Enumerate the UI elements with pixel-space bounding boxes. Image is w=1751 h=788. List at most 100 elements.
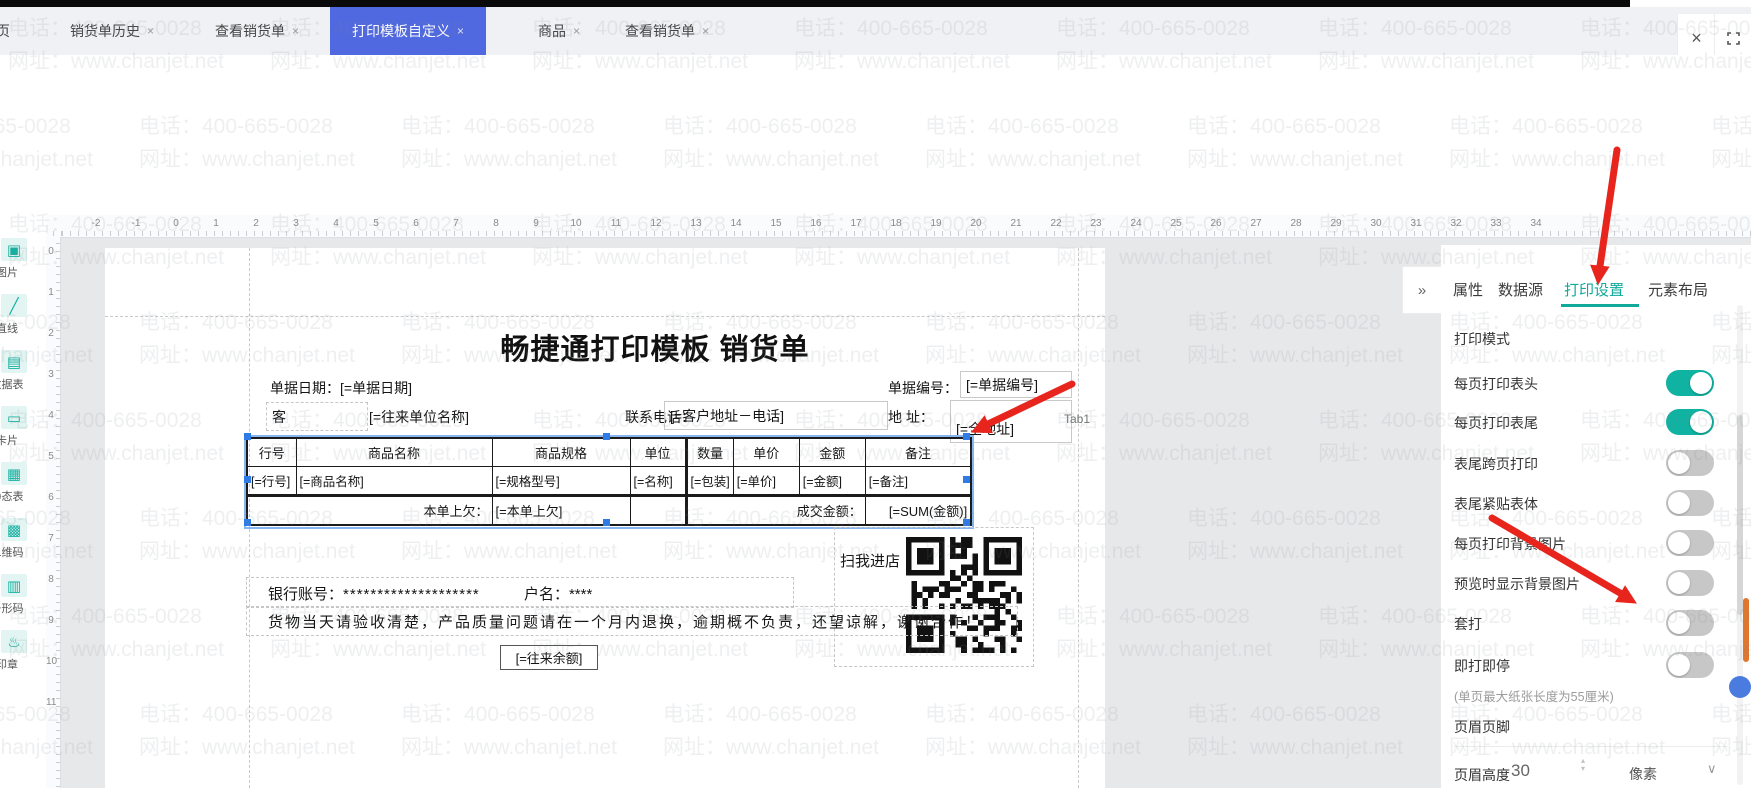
table-header-cell[interactable]: 单价 bbox=[733, 438, 799, 467]
balance-field[interactable]: [=往来余额] bbox=[500, 645, 598, 670]
ruler-mark: 10 bbox=[566, 218, 586, 229]
paper-length-note: (单页最大纸张长度为55厘米) bbox=[1454, 686, 1614, 705]
unit-caret-icon[interactable]: ∨ bbox=[1707, 761, 1717, 777]
table-footer-cell[interactable]: 本单上欠： bbox=[247, 496, 492, 526]
doc-no-label: 单据编号： bbox=[888, 378, 958, 398]
ruler-mark: 11 bbox=[606, 218, 626, 229]
tab-goods[interactable]: 商品× bbox=[538, 7, 580, 55]
table-binding-cell[interactable]: [=商品名称] bbox=[296, 467, 492, 496]
contact-phone-field[interactable]: [=客户地址－电话] bbox=[664, 401, 888, 430]
selection-handle[interactable] bbox=[244, 519, 251, 526]
toggle-off[interactable] bbox=[1666, 570, 1714, 596]
table-header-cell[interactable]: 金额 bbox=[799, 438, 865, 467]
table-binding-cell[interactable]: [=名称] bbox=[630, 467, 686, 496]
close-tab-icon[interactable]: × bbox=[573, 24, 580, 38]
table-binding-cell[interactable]: [=备注] bbox=[865, 467, 971, 496]
doc-no-field[interactable]: [=单据编号] bbox=[960, 371, 1072, 398]
notice-text[interactable]: 货物当天请验收清楚，产品质量问题请在一个月内退换，逾期概不负责，还望谅解，谢谢合… bbox=[268, 611, 982, 632]
panel-tab-properties[interactable]: 属性 bbox=[1453, 279, 1483, 300]
toolbox-2-icon[interactable]: ▤ bbox=[1, 350, 27, 373]
ruler-mark: 16 bbox=[806, 218, 826, 229]
table-footer-cell[interactable]: [=SUM(金额)] bbox=[865, 496, 971, 526]
toggle-off[interactable] bbox=[1666, 450, 1714, 476]
toolbox-1-icon[interactable]: ╱ bbox=[1, 294, 27, 317]
table-binding-cell[interactable]: [=行号] bbox=[247, 467, 296, 496]
unit-select[interactable]: 像素 bbox=[1629, 764, 1657, 784]
panel-tab-datasource[interactable]: 数据源 bbox=[1498, 279, 1543, 300]
table-binding-cell[interactable]: [=金额] bbox=[799, 467, 865, 496]
ruler-mark: 14 bbox=[726, 218, 746, 229]
close-tab-icon[interactable]: × bbox=[457, 24, 464, 38]
ruler-mark: 11 bbox=[46, 697, 56, 708]
scroll-indicator[interactable] bbox=[1743, 598, 1749, 662]
ruler-mark: 8 bbox=[46, 574, 56, 585]
selection-handle[interactable] bbox=[244, 433, 251, 440]
ruler-mark: 4 bbox=[46, 410, 56, 421]
toolbox-3-icon[interactable]: ▭ bbox=[1, 406, 27, 429]
selection-handle[interactable] bbox=[963, 519, 970, 526]
toggle-off[interactable] bbox=[1666, 652, 1714, 678]
toggle-on[interactable] bbox=[1666, 409, 1714, 435]
table-binding-cell[interactable]: [=单价] bbox=[733, 467, 799, 496]
selection-handle[interactable] bbox=[963, 476, 970, 483]
template-title[interactable]: 畅捷通打印模板 销货单 bbox=[250, 326, 1060, 368]
table-footer-cell[interactable]: 成交金额： bbox=[686, 496, 865, 526]
panel-tab-print-settings[interactable]: 打印设置 bbox=[1564, 279, 1624, 300]
close-tab-icon[interactable]: × bbox=[292, 24, 299, 38]
toggle-off[interactable] bbox=[1666, 530, 1714, 556]
tab-print-template-custom[interactable]: 打印模板自定义× bbox=[330, 7, 486, 55]
selection-handle[interactable] bbox=[603, 433, 610, 440]
close-tab-icon[interactable]: × bbox=[702, 24, 709, 38]
ruler-mark: 1 bbox=[206, 218, 226, 229]
setting-label: 表尾紧贴表体 bbox=[1454, 494, 1538, 514]
print-table[interactable]: 行号商品名称商品规格单位数量单价金额备注[=行号][=商品名称][=规格型号][… bbox=[246, 437, 972, 526]
panel-tab-element-layout[interactable]: 元素布局 bbox=[1648, 279, 1708, 300]
ruler-mark: 7 bbox=[46, 533, 56, 544]
selection-handle[interactable] bbox=[244, 476, 251, 483]
toggle-off[interactable] bbox=[1666, 610, 1714, 636]
toggle-knob bbox=[1668, 612, 1690, 634]
table-binding-cell[interactable]: [=包装] bbox=[686, 467, 733, 496]
header-height-input[interactable]: 30 bbox=[1511, 761, 1530, 781]
table-header-cell[interactable]: 数量 bbox=[686, 438, 733, 467]
tab1-label[interactable]: Tab1 bbox=[1064, 412, 1090, 426]
table-header-cell[interactable]: 商品规格 bbox=[492, 438, 630, 467]
toolbox-4-icon[interactable]: ▦ bbox=[1, 462, 27, 485]
ruler-mark: 26 bbox=[1206, 218, 1226, 229]
close-tab-icon[interactable]: × bbox=[147, 24, 154, 38]
table-header-cell[interactable]: 单位 bbox=[630, 438, 686, 467]
toolbox-item-label: 直线 bbox=[0, 320, 27, 336]
selection-handle[interactable] bbox=[963, 433, 970, 440]
toolbox-0-icon[interactable]: ▣ bbox=[1, 238, 27, 261]
table-footer-cell[interactable] bbox=[630, 496, 686, 526]
doc-date-field[interactable]: 单据日期：[=单据日期] bbox=[270, 378, 412, 398]
bank-account-row[interactable]: 银行账号：******************** 户名：**** bbox=[268, 583, 592, 604]
toolbox-5-icon[interactable]: ▩ bbox=[1, 518, 27, 541]
toggle-off[interactable] bbox=[1666, 490, 1714, 516]
customer-label[interactable]: 客 bbox=[272, 407, 286, 427]
toolbox-item-label: 二维码 bbox=[0, 544, 27, 560]
selection-handle[interactable] bbox=[603, 519, 610, 526]
table-binding-cell[interactable]: [=规格型号] bbox=[492, 467, 630, 496]
floating-widget[interactable] bbox=[1729, 676, 1751, 698]
header-height-stepper[interactable]: ▴▾ bbox=[1581, 757, 1585, 773]
ruler-mark: 3 bbox=[46, 369, 56, 380]
tab-view-sale-order-2[interactable]: 查看销货单× bbox=[625, 7, 709, 55]
ruler-mark: 32 bbox=[1446, 218, 1466, 229]
tab-home[interactable]: 首页 bbox=[0, 7, 10, 55]
toggle-on[interactable] bbox=[1666, 370, 1714, 396]
ruler-mark: -2 bbox=[86, 218, 106, 229]
tab-view-sale-order[interactable]: 查看销货单× bbox=[215, 7, 299, 55]
table-header-cell[interactable]: 行号 bbox=[247, 438, 296, 467]
toolbox-item-label: 静态表 bbox=[0, 488, 27, 504]
customer-binding[interactable]: [=往来单位名称] bbox=[369, 407, 469, 427]
table-header-cell[interactable]: 备注 bbox=[865, 438, 971, 467]
margin-guide-right bbox=[1078, 248, 1079, 788]
collapse-panel-button[interactable]: » bbox=[1402, 266, 1441, 314]
setting-label: 每页打印背景图片 bbox=[1454, 534, 1566, 554]
panel-scrollbar[interactable] bbox=[1737, 305, 1743, 785]
toolbox-7-icon[interactable]: ♨ bbox=[1, 630, 27, 653]
tab-sale-history[interactable]: 销货单历史× bbox=[70, 7, 154, 55]
toolbox-6-icon[interactable]: ▥ bbox=[1, 574, 27, 597]
table-header-cell[interactable]: 商品名称 bbox=[296, 438, 492, 467]
